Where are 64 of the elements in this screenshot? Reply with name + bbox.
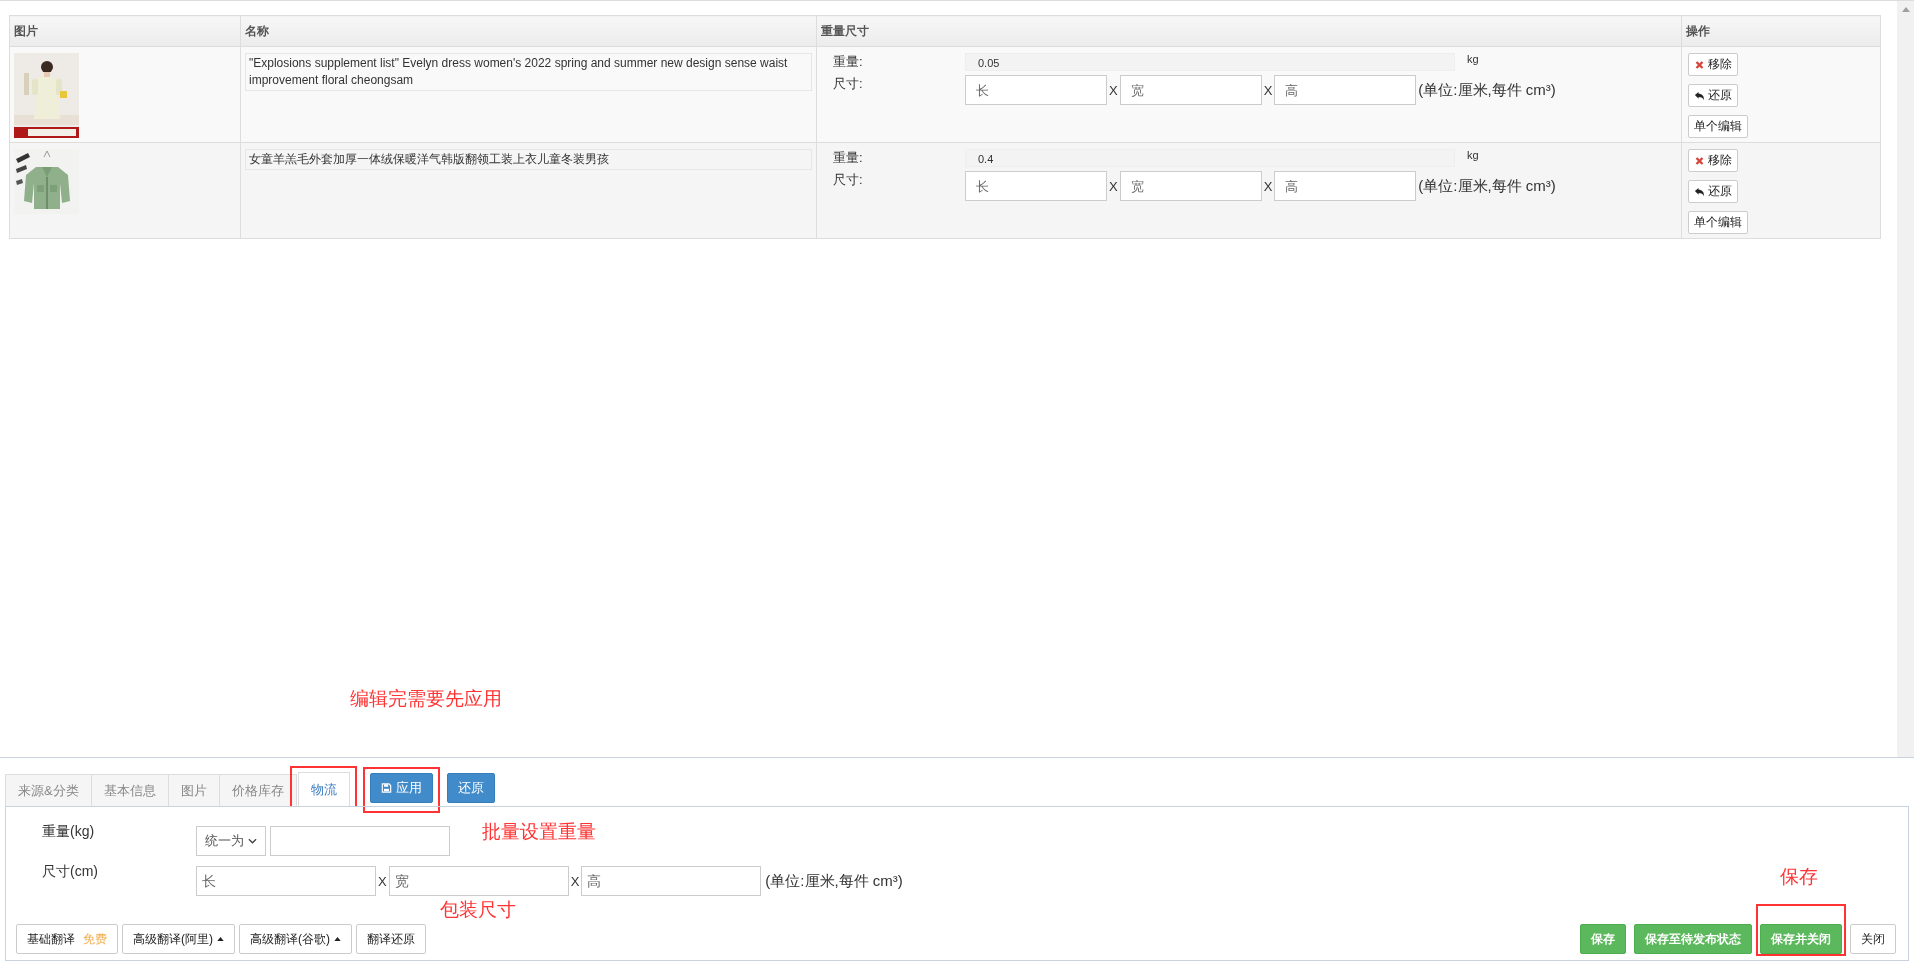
separator-text: X xyxy=(1108,82,1119,98)
tab[interactable]: 物流 xyxy=(297,772,350,806)
weight-field[interactable]: 0.05 xyxy=(965,53,1455,71)
unit-note: (单位:厘米,每件 cm³) xyxy=(1418,80,1556,100)
apply-button[interactable]: 应用 xyxy=(369,773,433,803)
size-field[interactable]: 宽 xyxy=(1119,75,1262,105)
size-field[interactable]: 长 xyxy=(965,75,1107,105)
weight-label: 重量: xyxy=(833,149,864,167)
size-field[interactable]: 高 xyxy=(1274,75,1417,105)
separator-text: X xyxy=(1262,82,1274,98)
size-label: 尺寸(cm) xyxy=(41,863,99,881)
close-icon xyxy=(1694,59,1705,70)
weight-field[interactable]: 0.4 xyxy=(965,149,1455,167)
column-header: 重量尺寸 xyxy=(816,15,1682,47)
size-label: 尺寸: xyxy=(833,75,864,93)
unit-label: kg xyxy=(1467,149,1479,161)
size-field[interactable]: 高 xyxy=(581,866,762,896)
restore-button[interactable]: 还原 xyxy=(1688,180,1738,203)
separator-text: X xyxy=(1262,178,1274,194)
product-name: 女童羊羔毛外套加厚一体绒保暖洋气韩版翻领工装上衣儿童冬装男孩 xyxy=(245,149,812,170)
unit-label: kg xyxy=(1467,53,1479,65)
size-field[interactable]: 长 xyxy=(196,866,376,896)
edit-button[interactable]: 单个编辑 xyxy=(1688,211,1748,234)
unit-note: (单位:厘米,每件 cm³) xyxy=(1418,176,1556,196)
close-icon xyxy=(1694,155,1705,166)
annotation-text: 保存 xyxy=(1780,865,1818,889)
size-field[interactable]: 长 xyxy=(965,171,1107,201)
restore-button[interactable]: 还原 xyxy=(446,773,495,803)
scrollbar[interactable] xyxy=(1897,1,1914,757)
weight-label: 重量: xyxy=(833,53,864,71)
mode-dropdown[interactable]: 统一为 xyxy=(196,826,266,856)
save-icon xyxy=(380,783,392,793)
restore-button[interactable]: 还原 xyxy=(1688,84,1738,107)
remove-button[interactable]: 移除 xyxy=(1688,149,1738,172)
chevron-down-icon xyxy=(248,838,257,844)
undo-icon xyxy=(1694,186,1705,197)
column-header: 名称 xyxy=(240,15,817,47)
size-label: 尺寸: xyxy=(833,171,864,189)
translate-button[interactable]: 翻译还原 xyxy=(356,924,426,954)
column-header: 图片 xyxy=(9,15,241,47)
annotation-text: 包装尺寸 xyxy=(440,898,516,922)
column-header: 操作 xyxy=(1681,15,1881,47)
translate-button[interactable]: 高级翻译(谷歌) xyxy=(239,924,352,954)
annotation-text: 批量设置重量 xyxy=(482,820,596,844)
annotation-text: 编辑完需要先应用 xyxy=(350,687,502,711)
translate-button[interactable]: 高级翻译(阿里) xyxy=(122,924,235,954)
close-button[interactable]: 关闭 xyxy=(1850,924,1896,954)
separator-text: X xyxy=(569,873,581,889)
weight-field[interactable] xyxy=(270,826,450,856)
separator-text: X xyxy=(377,873,388,889)
remove-button[interactable]: 移除 xyxy=(1688,53,1738,76)
product-name: "Explosions supplement list" Evelyn dress women's 2022 spring and summer new design sense waist improvement floral cheongsam xyxy=(245,53,812,91)
edit-button[interactable]: 单个编辑 xyxy=(1688,115,1748,138)
undo-icon xyxy=(1694,90,1705,101)
up-arrow-icon[interactable] xyxy=(1901,7,1910,12)
caret-icon xyxy=(217,937,224,941)
size-field[interactable]: 宽 xyxy=(388,866,569,896)
separator-text: X xyxy=(1108,178,1119,194)
size-field[interactable]: 高 xyxy=(1274,171,1417,201)
unit-note: (单位:厘米,每件 cm³) xyxy=(765,871,903,891)
caret-icon xyxy=(334,937,341,941)
weight-label: 重量(kg) xyxy=(41,823,96,841)
translate-button[interactable]: 基础翻译 免费 xyxy=(16,924,118,954)
size-field[interactable]: 宽 xyxy=(1119,171,1262,201)
